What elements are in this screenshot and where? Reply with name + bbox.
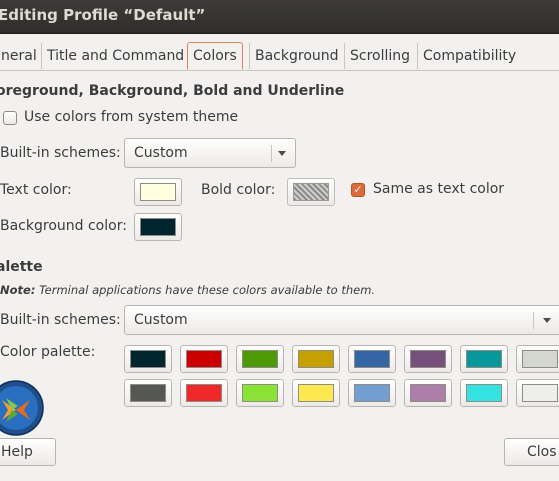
tab-divider [0,70,559,71]
tab-colors[interactable]: Colors [187,42,243,70]
palette-color-swatch [410,350,446,368]
combo-separator [271,145,272,162]
palette-color-swatch [130,350,166,368]
palette-color-button[interactable] [348,345,396,373]
palette-color-button[interactable] [460,379,508,407]
use-system-theme-checkbox[interactable] [3,111,17,125]
app-logo-icon [0,380,44,436]
tab-scrolling[interactable]: Scrolling [344,43,415,69]
text-color-swatch [140,183,176,201]
palette-color-swatch [410,384,446,402]
chevron-down-icon [278,151,286,156]
palette-color-swatch [298,384,334,402]
text-color-label: Text color: [0,182,72,198]
palette-color-button[interactable] [124,345,172,373]
palette-color-swatch [186,384,222,402]
background-color-label: Background color: [0,218,127,234]
palette-note-bold: Note: [0,283,36,297]
palette-color-button[interactable] [180,345,228,373]
palette-color-swatch [466,350,502,368]
palette-color-button[interactable] [236,345,284,373]
palette-color-swatch [242,350,278,368]
use-system-theme-label: Use colors from system theme [24,109,239,125]
builtin-schemes-label: Built-in schemes: [0,145,121,161]
palette-color-button[interactable] [292,345,340,373]
builtin-schemes-combo[interactable]: Custom [124,138,296,168]
palette-color-swatch [522,350,558,368]
tab-background[interactable]: Background [249,43,344,69]
palette-color-swatch [466,384,502,402]
same-as-text-checkbox[interactable]: ✓ [351,183,365,197]
palette-color-swatch [354,350,390,368]
palette-color-swatch [242,384,278,402]
bold-color-swatch [293,183,329,201]
close-button[interactable]: Clos [504,438,559,466]
palette-note-text: Terminal applications have these colors … [35,283,376,297]
foreground-heading: oreground, Background, Bold and Underlin… [0,83,345,99]
palette-color-button[interactable] [404,345,452,373]
background-color-button[interactable] [134,213,182,241]
palette-color-swatch [186,350,222,368]
palette-color-button[interactable] [460,345,508,373]
window-title: Editing Profile “Default” [0,6,206,24]
text-color-button[interactable] [134,178,182,206]
builtin-schemes-value: Custom [134,145,188,161]
palette-color-button[interactable] [124,379,172,407]
palette-color-swatch [130,384,166,402]
tab-compatibility[interactable]: Compatibility [417,43,521,69]
palette-builtin-schemes-label: Built-in schemes: [0,312,121,328]
palette-builtin-schemes-combo[interactable]: Custom [124,305,559,335]
combo-separator [533,312,534,329]
palette-color-swatch [298,350,334,368]
palette-color-button[interactable] [180,379,228,407]
title-bar: Editing Profile “Default” [0,0,559,34]
help-button[interactable]: Help [0,438,56,466]
tab-general[interactable]: neral [0,43,42,69]
palette-color-button[interactable] [516,379,559,407]
palette-color-button[interactable] [404,379,452,407]
palette-color-button[interactable] [348,379,396,407]
same-as-text-label: Same as text color [373,181,505,197]
palette-color-swatch [522,384,558,402]
palette-color-button[interactable] [236,379,284,407]
tab-title-and-command[interactable]: Title and Command [41,43,189,69]
bold-color-button[interactable] [287,178,335,206]
color-palette-label: Color palette: [0,344,96,360]
palette-color-swatch [354,384,390,402]
palette-color-button[interactable] [292,379,340,407]
palette-color-button[interactable] [516,345,559,373]
chevron-down-icon [543,318,551,323]
bold-color-label: Bold color: [201,182,276,198]
background-color-swatch [140,218,176,236]
tab-bar: neral Title and Command Colors Backgroun… [0,33,559,71]
palette-builtin-schemes-value: Custom [134,312,188,328]
palette-note: Note: Terminal applications have these c… [0,283,375,297]
palette-heading: alette [0,259,43,275]
